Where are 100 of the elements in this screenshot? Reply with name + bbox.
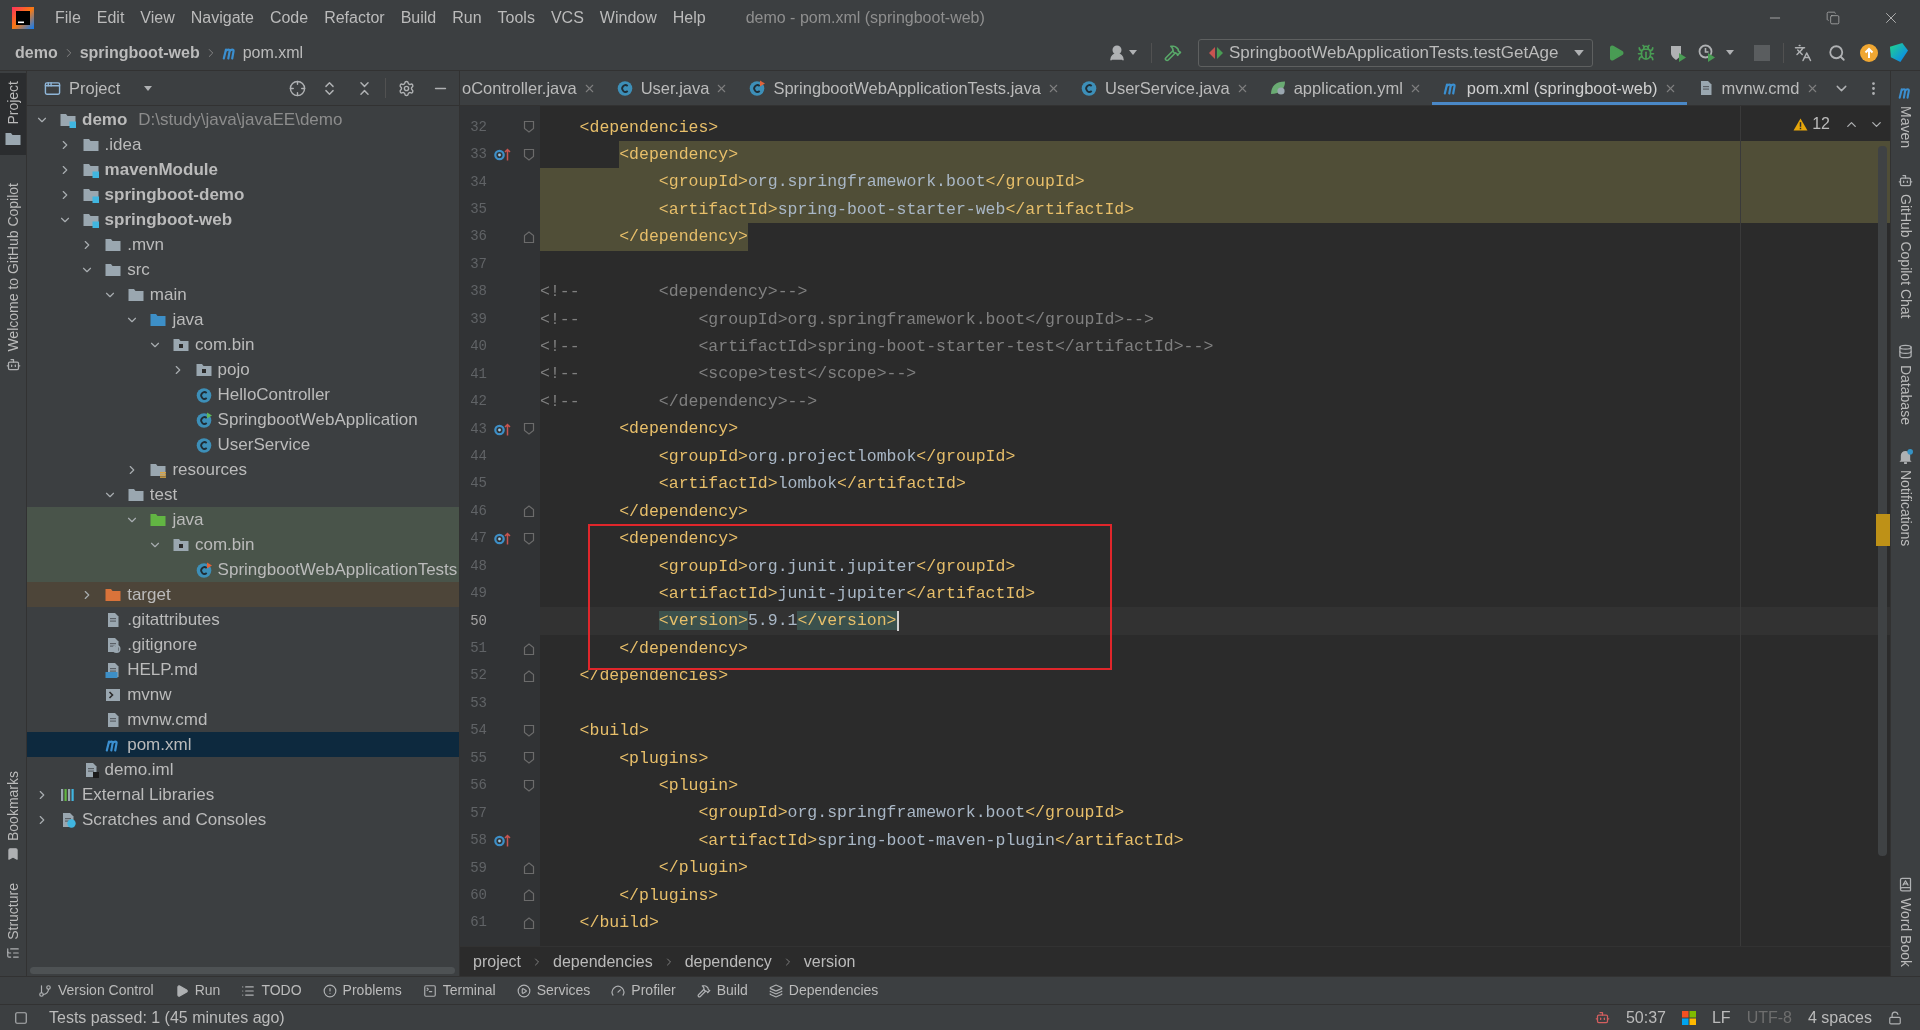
breadcrumb[interactable]: version (803, 949, 856, 974)
tool-window-tab[interactable]: GitHub Copilot Chat (1891, 167, 1920, 325)
caret-down-icon[interactable] (1726, 50, 1734, 55)
windows-logo-icon[interactable] (1681, 1010, 1696, 1025)
fold-marker-icon[interactable] (523, 778, 535, 793)
fold-marker-icon[interactable] (523, 229, 535, 244)
shield-play-icon[interactable] (1669, 43, 1687, 62)
tool-window-tab[interactable]: Welcome to GitHub Copilot (0, 174, 26, 381)
person-icon[interactable] (1108, 43, 1126, 62)
menu-item[interactable]: File (47, 3, 89, 32)
tool-window-button[interactable]: Profiler (611, 980, 676, 1001)
hammer-icon[interactable] (1164, 43, 1182, 62)
tool-window-tab[interactable]: Maven (1891, 79, 1920, 155)
tree-item[interactable]: demo.iml (56, 757, 174, 782)
tree-item[interactable]: mavenModule (56, 157, 218, 182)
tool-window-button[interactable]: Terminal (422, 980, 496, 1001)
square-icon[interactable] (14, 1010, 28, 1025)
tool-window-button[interactable]: Services (516, 980, 591, 1001)
tree-item[interactable]: com.bin (27, 532, 459, 557)
fold-marker-icon[interactable] (523, 751, 535, 766)
tree-item[interactable]: .gitignore (79, 632, 198, 657)
project-view-dropdown[interactable]: Project (44, 75, 153, 101)
tree-item[interactable]: .idea (56, 132, 142, 157)
search-icon[interactable] (1828, 43, 1846, 62)
warning-icon[interactable] (1793, 117, 1809, 131)
menu-item[interactable]: Refactor (316, 3, 393, 32)
tree-item[interactable]: pojo (169, 357, 250, 382)
translate-icon[interactable] (1794, 43, 1812, 62)
tree-item[interactable]: .gitattributes (79, 607, 220, 632)
tool-window-tab[interactable]: Structure (0, 875, 26, 968)
fold-marker-icon[interactable] (523, 915, 535, 930)
bot-icon[interactable] (1594, 1010, 1610, 1025)
fold-marker-icon[interactable] (523, 147, 535, 162)
tree-item[interactable]: UserService (169, 432, 311, 457)
caret-down-icon[interactable] (1129, 50, 1137, 55)
caret-down-icon[interactable] (144, 85, 153, 91)
breadcrumb[interactable]: dependencies (553, 949, 653, 974)
tree-item[interactable]: main (101, 282, 187, 307)
fold-marker-icon[interactable] (523, 723, 535, 738)
run-icon[interactable] (1607, 43, 1625, 62)
editor-tab[interactable]: SpringbootWebApplicationTests.java (738, 71, 1070, 105)
breadcrumb[interactable]: dependency (684, 949, 772, 974)
tree-item[interactable]: java (124, 307, 204, 332)
breadcrumb[interactable]: project (473, 949, 522, 974)
circle-arrow-icon[interactable] (494, 422, 511, 436)
tree-item[interactable]: pom.xml (27, 732, 459, 757)
fold-marker-icon[interactable] (523, 422, 535, 437)
tree-item[interactable]: springboot-demo (56, 182, 245, 207)
tree-item[interactable]: resources (124, 457, 248, 482)
menu-item[interactable]: Edit (88, 3, 133, 32)
tree-item[interactable]: External Libraries (34, 782, 215, 807)
debug-icon[interactable] (1637, 43, 1655, 62)
tree-item[interactable]: demo D:\study\java\javaEE\demo (34, 107, 343, 132)
menu-item[interactable]: Window (591, 3, 665, 32)
tree-item[interactable]: src (79, 257, 150, 282)
tool-window-tab[interactable]: Word Book (1891, 871, 1920, 973)
tool-window-button[interactable]: Dependencies (768, 980, 879, 1001)
editor-tab[interactable]: User.java (605, 71, 739, 105)
tree-item[interactable]: .mvn (79, 232, 165, 257)
locate-icon[interactable] (289, 79, 306, 97)
app-logo-icon[interactable] (1889, 43, 1908, 62)
clock-play-icon[interactable] (1698, 43, 1716, 62)
run-configuration-dropdown[interactable]: SpringbootWebApplicationTests.testGetAge (1198, 38, 1593, 67)
menu-item[interactable]: Tools (489, 3, 543, 32)
breadcrumb[interactable]: demo (15, 40, 58, 65)
tool-window-button[interactable]: Problems (322, 980, 402, 1001)
circle-arrow-icon[interactable] (494, 532, 511, 546)
tree-item[interactable]: HELP.md (79, 657, 198, 682)
tree-item[interactable]: springboot-web (56, 207, 233, 232)
tree-item[interactable]: SpringbootWebApplicationTests (27, 557, 459, 582)
editor-tab[interactable]: application.yml (1258, 71, 1432, 105)
tool-window-tab[interactable]: Bookmarks (0, 763, 26, 870)
fold-marker-icon[interactable] (523, 504, 535, 519)
menu-item[interactable]: Build (392, 3, 445, 32)
scrollbar-thumb[interactable] (1878, 146, 1887, 856)
menu-item[interactable]: Help (664, 3, 714, 32)
tree-item[interactable]: mvnw (79, 682, 172, 707)
tree-item[interactable]: test (101, 482, 178, 507)
menu-item[interactable]: Code (261, 3, 317, 32)
tool-window-button[interactable]: Build (696, 980, 748, 1001)
tool-window-button[interactable]: Run (174, 980, 221, 1001)
menu-item[interactable]: VCS (542, 3, 592, 32)
indent-setting[interactable]: 4 spaces (1807, 1005, 1872, 1030)
editor-tab[interactable]: oController.java (460, 71, 606, 105)
tree-item[interactable]: Scratches and Consoles (34, 807, 267, 832)
menu-item[interactable]: Run (444, 3, 490, 32)
fold-marker-icon[interactable] (523, 641, 535, 656)
breadcrumb[interactable]: springboot-web (79, 40, 200, 65)
circle-arrow-icon[interactable] (494, 148, 511, 162)
restore-icon[interactable] (1826, 10, 1840, 25)
tree-item[interactable]: HelloController (169, 382, 331, 407)
breadcrumb[interactable]: pom.xml (242, 40, 304, 65)
editor-tab[interactable]: mvnw.cmd (1686, 71, 1829, 105)
fold-marker-icon[interactable] (523, 668, 535, 683)
tool-window-tab[interactable]: Project (0, 73, 26, 155)
tree-item[interactable]: com.bin (147, 332, 255, 357)
tool-window-tab[interactable]: Database (1891, 337, 1920, 431)
circle-arrow-icon[interactable] (494, 834, 511, 848)
editor-tab[interactable]: UserService.java (1069, 71, 1259, 105)
line-separator[interactable]: LF (1711, 1005, 1731, 1030)
